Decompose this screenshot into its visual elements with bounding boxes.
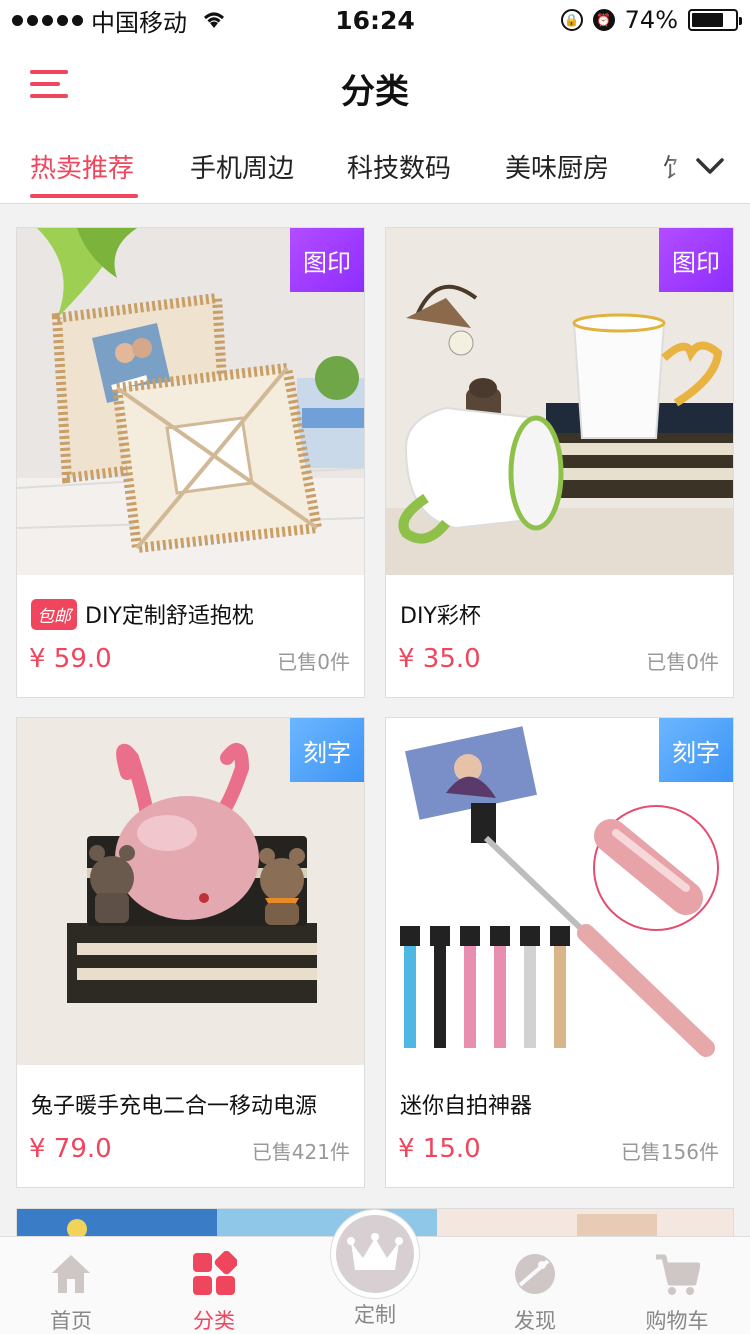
active-tab-indicator: [30, 194, 138, 198]
category-tabs: 热卖推荐 手机周边 科技数码 美味厨房 饣: [0, 130, 750, 204]
product-sold-count: 已售0件: [646, 650, 719, 674]
nav-label: 购物车: [645, 1309, 709, 1333]
tab-phone-accessories[interactable]: 手机周边: [190, 148, 294, 185]
tab-hot-recommend[interactable]: 热卖推荐: [30, 148, 134, 185]
home-icon: [52, 1255, 90, 1293]
crown-icon: [347, 1233, 403, 1270]
nav-customize[interactable]: [330, 1209, 420, 1299]
discover-icon: [515, 1254, 555, 1294]
product-tag: 图印: [290, 228, 364, 292]
tab-tech-digital[interactable]: 科技数码: [347, 148, 451, 185]
nav-label: 定制: [354, 1303, 396, 1327]
product-title-text: 迷你自拍神器: [400, 1094, 533, 1119]
status-right: 🔒 ⏰ 74%: [560, 0, 742, 40]
product-sold-count: 已售421件: [251, 1140, 350, 1164]
battery-percent: 74%: [624, 6, 678, 34]
product-sold-count: 已售156件: [620, 1140, 719, 1164]
product-title-text: 兔子暖手充电二合一移动电源: [31, 1094, 318, 1119]
product-card-pillow[interactable]: 图印 包邮 DIY定制舒适抱枕 ¥ 59.0 已售0件: [16, 227, 365, 698]
product-tag: 刻字: [290, 718, 364, 782]
product-price: ¥ 79.0: [29, 1134, 112, 1164]
product-tag: 图印: [659, 228, 733, 292]
nav-category[interactable]: 分类: [159, 1237, 269, 1334]
rotation-lock-icon: 🔒: [560, 9, 583, 31]
product-price: ¥ 59.0: [29, 644, 112, 674]
product-card-mug[interactable]: 图印 DIY彩杯 ¥ 35.0 已售0件: [385, 227, 734, 698]
free-shipping-badge: 包邮: [31, 598, 77, 630]
page-title: 分类: [341, 72, 409, 112]
cart-icon: [656, 1254, 700, 1295]
product-title: 迷你自拍神器: [400, 1088, 532, 1120]
alarm-icon: ⏰: [592, 9, 615, 31]
category-icon: [193, 1251, 237, 1295]
product-title: DIY彩杯: [400, 598, 481, 630]
product-sold-count: 已售0件: [277, 650, 350, 674]
nav-label: 分类: [193, 1309, 235, 1333]
nav-label: 发现: [514, 1309, 556, 1333]
product-card-powerbank[interactable]: 刻字 兔子暖手充电二合一移动电源 ¥ 79.0 已售421件: [16, 717, 365, 1188]
header: 分类: [0, 40, 750, 130]
tab-kitchen[interactable]: 美味厨房: [505, 148, 609, 185]
chevron-down-icon[interactable]: [694, 150, 726, 182]
product-price: ¥ 35.0: [398, 644, 481, 674]
status-bar: 中国移动 16:24 🔒 ⏰ 74%: [0, 0, 750, 40]
product-title-text: DIY定制舒适抱枕: [85, 604, 254, 629]
battery-icon: [688, 9, 742, 31]
nav-home[interactable]: 首页: [16, 1237, 126, 1334]
nav-center-circle: [336, 1215, 414, 1293]
product-title-text: DIY彩杯: [400, 604, 481, 629]
product-title: 包邮 DIY定制舒适抱枕: [31, 598, 254, 630]
product-card-selfie-stick[interactable]: 刻字 迷你自拍神器 ¥ 15.0 已售156件: [385, 717, 734, 1188]
nav-discover[interactable]: 发现: [480, 1237, 590, 1334]
nav-cart[interactable]: 购物车: [622, 1237, 732, 1334]
nav-label: 首页: [50, 1309, 92, 1333]
product-price: ¥ 15.0: [398, 1134, 481, 1164]
bottom-nav: 首页 分类 定制 发现 购物车: [0, 1209, 750, 1334]
product-tag: 刻字: [659, 718, 733, 782]
product-title: 兔子暖手充电二合一移动电源: [31, 1088, 317, 1120]
